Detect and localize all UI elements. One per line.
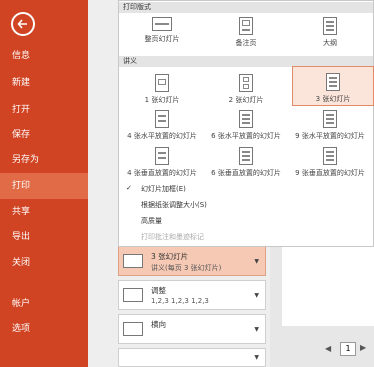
handout-2-icon [239, 74, 253, 92]
menu-scale-to-fit[interactable]: 根据纸张调整大小(S) [141, 200, 207, 210]
option-handout-9v[interactable]: 9 张垂直放置的幻灯片 [289, 147, 371, 178]
print-layout-header: 打印版式 [119, 2, 373, 13]
option-handout-6v[interactable]: 6 张垂直放置的幻灯片 [205, 147, 287, 178]
sidebar-item-close[interactable]: 关闭 [0, 250, 88, 276]
option-outline[interactable]: 大纲 [289, 17, 371, 48]
sidebar-item-save-as[interactable]: 另存为 [0, 147, 88, 173]
option-full-slide[interactable]: 整页幻灯片 [121, 17, 203, 44]
sidebar-item-account[interactable]: 帐户 [0, 291, 88, 317]
notes-page-icon [239, 17, 253, 35]
sidebar-item-open[interactable]: 打开 [0, 97, 88, 123]
sidebar-item-new[interactable]: 新建 [0, 70, 88, 96]
backstage-sidebar: 信息 新建 打开 保存 另存为 打印 共享 导出 关闭 帐户 选项 [0, 0, 88, 367]
option-handout-1[interactable]: 1 张幻灯片 [121, 74, 203, 105]
handout-6v-icon [239, 147, 253, 165]
sidebar-item-export[interactable]: 导出 [0, 224, 88, 250]
option-handout-6h[interactable]: 6 张水平放置的幻灯片 [205, 110, 287, 141]
collate-setting-title: 调整 [151, 286, 166, 295]
pager-prev-icon[interactable]: ◀ [325, 344, 331, 353]
landscape-icon [123, 322, 143, 336]
collate-setting-subtitle: 1,2,3 1,2,3 1,2,3 [151, 297, 209, 305]
chevron-down-icon: ▼ [254, 354, 259, 361]
layout-setting-subtitle: 讲义(每页 3 张幻灯片) [151, 264, 222, 272]
option-handout-4v[interactable]: 4 张垂直放置的幻灯片 [121, 147, 203, 178]
color-setting-button[interactable]: ▼ [118, 348, 266, 367]
chevron-down-icon: ▼ [254, 292, 259, 299]
handout-4v-icon [155, 147, 169, 165]
sidebar-item-save[interactable]: 保存 [0, 122, 88, 148]
layout-setting-title: 3 张幻灯片 [151, 252, 189, 261]
sidebar-item-print[interactable]: 打印 [0, 173, 88, 199]
handout-4h-icon [155, 110, 169, 128]
sidebar-item-info[interactable]: 信息 [0, 43, 88, 69]
handout-9h-icon [323, 110, 337, 128]
option-handout-4h[interactable]: 4 张水平放置的幻灯片 [121, 110, 203, 141]
handout-1-icon [155, 74, 169, 92]
back-button[interactable] [11, 12, 35, 36]
collate-icon [123, 288, 143, 302]
sidebar-item-options[interactable]: 选项 [0, 316, 88, 342]
orientation-setting-title: 横向 [151, 320, 166, 329]
option-handout-9h[interactable]: 9 张水平放置的幻灯片 [289, 110, 371, 141]
handout-3-icon [123, 254, 143, 268]
layout-setting-button[interactable]: 3 张幻灯片 讲义(每页 3 张幻灯片) ▼ [118, 246, 266, 276]
chevron-down-icon: ▼ [254, 326, 259, 333]
menu-high-quality[interactable]: 高质量 [141, 216, 162, 226]
option-handout-2[interactable]: 2 张幻灯片 [205, 74, 287, 105]
menu-frame-slides[interactable]: 幻灯片加框(E) [141, 184, 186, 194]
menu-print-comments: 打印批注和墨迹标记 [141, 233, 204, 241]
handout-6h-icon [239, 110, 253, 128]
check-icon: ✓ [126, 184, 132, 192]
page-number-input[interactable]: 1 [340, 342, 356, 356]
orientation-setting-button[interactable]: 横向 ▼ [118, 314, 266, 344]
chevron-down-icon: ▼ [254, 258, 259, 265]
option-handout-3[interactable]: 3 张幻灯片 [292, 66, 374, 106]
outline-icon [323, 17, 337, 35]
sidebar-item-share[interactable]: 共享 [0, 199, 88, 225]
full-slide-icon [152, 17, 172, 31]
handout-9v-icon [323, 147, 337, 165]
arrow-left-icon [17, 19, 27, 29]
collate-setting-button[interactable]: 调整 1,2,3 1,2,3 1,2,3 ▼ [118, 280, 266, 310]
pager-next-icon[interactable]: ▶ [360, 343, 366, 352]
handout-3-icon [326, 73, 340, 91]
option-notes-page[interactable]: 备注页 [205, 17, 287, 48]
